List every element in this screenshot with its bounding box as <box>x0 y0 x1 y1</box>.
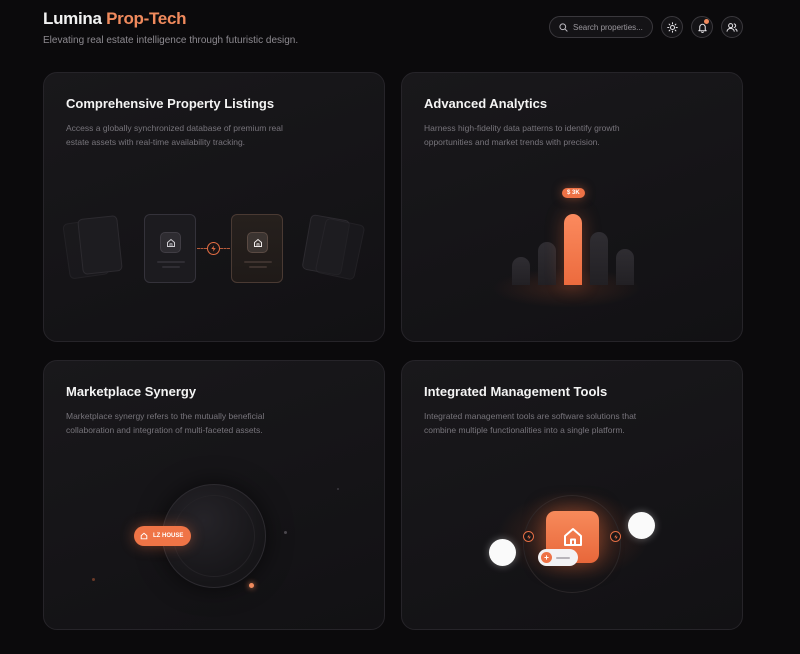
house-icon <box>563 528 582 546</box>
chart-bar-highlight <box>564 214 582 285</box>
bolt-icon <box>207 242 220 255</box>
card-description: Harness high-fidelity data patterns to i… <box>424 123 620 147</box>
search-bar[interactable] <box>549 16 653 38</box>
brand-accent: Prop-Tech <box>106 9 187 28</box>
ghost-listing-card <box>77 215 123 275</box>
card-marketplace-synergy[interactable]: Marketplace Synergy Marketplace synergy … <box>43 360 385 630</box>
bolt-icon <box>523 531 534 542</box>
theme-toggle-button[interactable] <box>661 16 683 38</box>
brand-name: Lumina <box>43 9 102 28</box>
card-title: Marketplace Synergy <box>66 384 197 399</box>
house-icon <box>160 232 181 253</box>
chart-value-tag: $ 3K <box>562 188 585 198</box>
chart-bar <box>616 249 634 285</box>
card-advanced-analytics[interactable]: Advanced Analytics Harness high-fidelity… <box>401 72 743 342</box>
chart-bar <box>590 232 608 285</box>
chart-bar <box>512 257 530 285</box>
card-title: Comprehensive Property Listings <box>66 96 275 111</box>
user-node <box>628 512 655 539</box>
header: Lumina Prop-Tech Elevating real estate i… <box>43 9 298 46</box>
listing-line <box>157 261 185 263</box>
brand-logo[interactable]: Lumina Prop-Tech <box>43 9 298 29</box>
spark-dot <box>284 531 287 534</box>
spark-dot <box>249 583 254 588</box>
connector-line <box>197 248 207 249</box>
house-icon <box>247 232 268 253</box>
listing-line <box>249 266 267 268</box>
user-node <box>489 539 516 566</box>
pill-label: LZ HOUSE <box>153 533 184 539</box>
property-pill[interactable]: LZ HOUSE <box>134 526 192 546</box>
card-management-tools[interactable]: Integrated Management Tools Integrated m… <box>401 360 743 630</box>
card-title: Integrated Management Tools <box>424 384 608 399</box>
house-icon <box>140 532 148 540</box>
sun-icon <box>666 21 678 33</box>
connector-line <box>220 248 230 249</box>
spark-dot <box>92 578 95 581</box>
listing-card[interactable] <box>144 214 196 283</box>
status-toggle-chip[interactable] <box>538 549 578 566</box>
listing-line <box>162 266 180 268</box>
chart-bar <box>538 242 556 285</box>
toggle-line <box>556 556 570 559</box>
toggle-knob <box>541 552 552 563</box>
search-icon <box>559 22 568 32</box>
card-title: Advanced Analytics <box>424 96 548 111</box>
listing-card-active[interactable] <box>231 214 283 283</box>
listing-line <box>244 261 272 263</box>
notifications-button[interactable] <box>691 16 713 38</box>
notification-dot <box>704 19 709 24</box>
card-description: Access a globally synchronized database … <box>66 123 283 147</box>
bolt-icon <box>610 531 621 542</box>
tagline: Elevating real estate intelligence throu… <box>43 35 299 46</box>
users-button[interactable] <box>721 16 743 38</box>
card-property-listings[interactable]: Comprehensive Property Listings Access a… <box>43 72 385 342</box>
users-icon <box>726 22 738 32</box>
card-description: Marketplace synergy refers to the mutual… <box>66 411 265 435</box>
card-description: Integrated management tools are software… <box>424 411 637 435</box>
spark-dot <box>337 488 339 490</box>
search-input[interactable] <box>573 22 651 32</box>
